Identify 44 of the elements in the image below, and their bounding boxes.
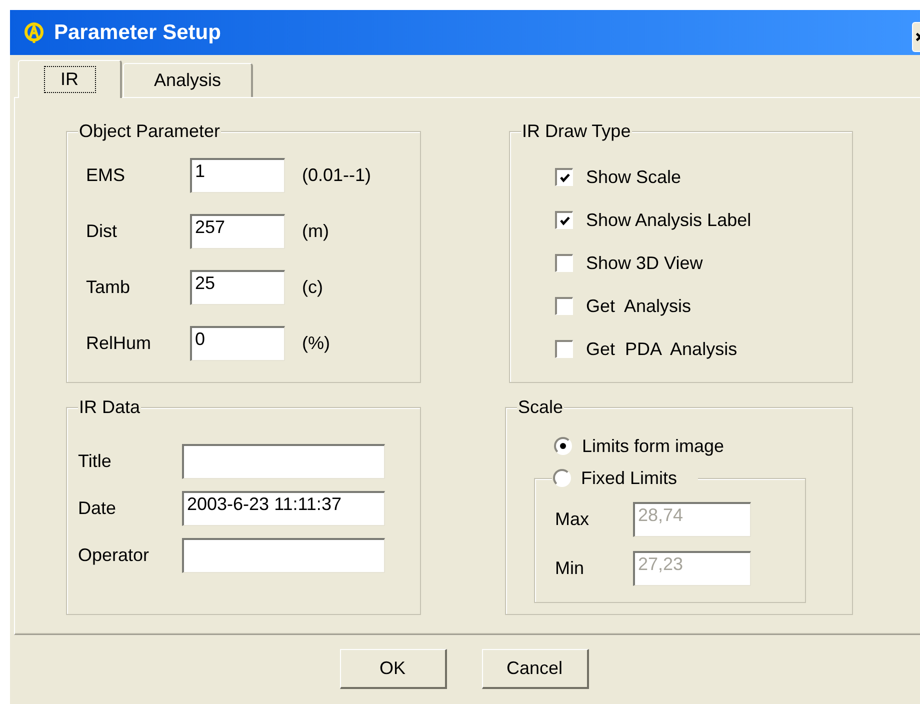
checkbox-label: Get PDA Analysis [586,338,738,360]
group-title: IR Data [79,396,140,418]
input-field[interactable]: 0 [190,326,285,361]
checkbox[interactable] [555,297,573,315]
checkbox-label: Show 3D View [586,252,703,274]
checkbox[interactable] [555,254,573,272]
input-field[interactable]: 1 [190,158,285,193]
checkbox[interactable] [555,211,573,229]
unit-label: (0.01--1) [302,165,372,186]
radio-button[interactable] [553,469,571,487]
unit-label: (m) [302,221,329,242]
field-label: EMS [86,165,126,186]
field-label: Tamb [86,277,132,298]
checkbox-label: Show Scale [586,166,682,188]
tab[interactable]: IR [18,60,122,98]
group-title: Scale [518,396,564,418]
field-label: Dist [86,221,118,242]
field-label: Title [78,450,112,472]
radio-label: Limits form image [582,436,724,456]
input-field[interactable]: 25 [190,270,285,305]
checkbox-label: Show Analysis Label [586,210,752,230]
input-field[interactable] [182,444,385,478]
input-field[interactable] [182,538,385,572]
radio-label: Fixed Limits [581,468,678,488]
field-label: Operator [78,544,150,566]
input-field[interactable]: 2003-6-23 11:11:37 [182,490,385,526]
input-field[interactable]: 257 [190,214,285,249]
field-label: Max [555,508,590,530]
radio-button[interactable] [554,437,572,455]
tab[interactable]: Analysis [123,63,253,97]
unit-label: (%) [302,333,330,354]
dialog-button[interactable]: OK [340,649,446,689]
group-title: Object Parameter [79,120,220,142]
checkbox-label: Get Analysis [586,296,692,316]
group-title: IR Draw Type [522,120,631,142]
field-label: RelHum [86,333,152,354]
checkbox[interactable] [555,168,573,186]
field-label: Date [78,498,118,518]
field-label: Min [555,558,586,578]
dialog-button[interactable]: Cancel [482,649,588,689]
checkbox[interactable] [555,340,573,358]
unit-label: (c) [302,277,323,298]
window-title: Parameter Setup [54,20,222,44]
app-icon [24,22,44,44]
